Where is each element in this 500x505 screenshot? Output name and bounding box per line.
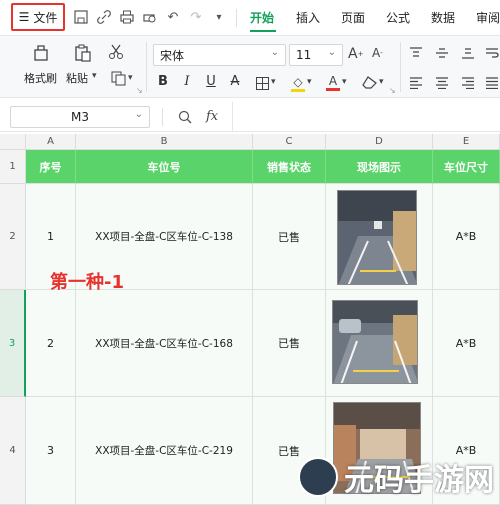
table-cell-slot[interactable]: XX项目-全盘-C区车位-C-219	[76, 397, 253, 505]
clipboard-expand-icon[interactable]: ↘	[136, 86, 143, 95]
active-tab-indicator	[250, 30, 276, 32]
header-cell-status[interactable]: 销售状态	[253, 150, 326, 184]
table-cell-slot[interactable]: XX项目-全盘-C区车位-C-168	[76, 290, 253, 397]
align-top-icon[interactable]	[408, 46, 424, 60]
tab-data[interactable]: 数据	[431, 9, 455, 26]
underline-icon[interactable]: U	[202, 74, 220, 89]
file-menu-button[interactable]: ☰ 文件	[11, 3, 65, 31]
fx-icon[interactable]: fx	[206, 109, 218, 124]
print-icon[interactable]	[118, 8, 136, 26]
table-cell-size[interactable]: A*B	[433, 184, 500, 290]
tab-page[interactable]: 页面	[341, 9, 365, 26]
formula-input[interactable]	[232, 102, 500, 132]
font-size-value: 11	[296, 48, 312, 62]
bold-icon[interactable]: B	[154, 74, 172, 89]
wrap-text-icon[interactable]	[484, 46, 500, 60]
copy-dropdown-icon[interactable]: ▾	[128, 73, 133, 83]
format-painter-icon[interactable]	[30, 42, 52, 64]
copy-icon[interactable]	[108, 68, 128, 88]
tab-home[interactable]: 开始	[250, 9, 274, 26]
fill-color-dropdown-icon[interactable]: ▾	[307, 77, 312, 87]
paste-label[interactable]: 粘贴	[66, 70, 88, 86]
print-preview-icon[interactable]	[141, 8, 159, 26]
format-painter-label[interactable]: 格式刷	[24, 70, 57, 86]
tab-insert[interactable]: 插入	[296, 9, 320, 26]
clear-format-icon[interactable]	[360, 74, 378, 90]
align-left-icon[interactable]	[408, 76, 424, 90]
align-bottom-icon[interactable]	[460, 46, 476, 60]
row-header-1[interactable]: 1	[0, 150, 26, 184]
zoom-search-icon[interactable]	[176, 108, 194, 126]
italic-icon[interactable]: I	[178, 74, 196, 89]
cut-icon[interactable]	[106, 42, 126, 62]
fill-color-icon[interactable]: ◇	[290, 74, 306, 92]
quick-access-dropdown-icon[interactable]: ▾	[210, 8, 228, 26]
header-cell-slot[interactable]: 车位号	[76, 150, 253, 184]
column-header-d[interactable]: D	[326, 134, 433, 150]
decrease-font-icon[interactable]: A-	[372, 46, 383, 60]
border-dropdown-icon[interactable]: ▾	[271, 77, 276, 87]
undo-icon[interactable]: ↶	[164, 8, 182, 26]
font-color-icon[interactable]: A	[325, 73, 341, 91]
chevron-down-icon: ⌄	[270, 47, 279, 58]
row-header-3[interactable]: 3	[0, 290, 26, 397]
clear-format-dropdown-icon[interactable]: ▾	[379, 77, 384, 87]
column-header-c[interactable]: C	[253, 134, 326, 150]
tab-formula[interactable]: 公式	[386, 9, 410, 26]
font-expand-icon[interactable]: ↘	[389, 86, 396, 95]
menu-icon: ☰	[18, 10, 30, 24]
align-middle-icon[interactable]	[434, 46, 450, 60]
formula-bar: M3 ⌄ fx	[0, 102, 500, 132]
header-cell-photo[interactable]: 现场图示	[326, 150, 433, 184]
table-cell-status[interactable]: 已售	[253, 184, 326, 290]
parking-photo-1[interactable]	[337, 190, 417, 285]
chevron-down-icon: ⌄	[134, 109, 143, 120]
chevron-down-icon: ⌄	[327, 47, 336, 58]
link-icon[interactable]	[95, 8, 113, 26]
align-right-icon[interactable]	[460, 76, 476, 90]
font-size-select[interactable]: 11 ⌄	[289, 44, 343, 66]
ribbon-toolbar: 格式刷 粘贴 ▾ ▾ ↘ 宋体 ⌄ 11 ⌄ A + A- B I U A ▾ ◇…	[0, 36, 500, 98]
font-color-dropdown-icon[interactable]: ▾	[342, 77, 347, 87]
table-cell-size[interactable]: A*B	[433, 290, 500, 397]
column-header-e[interactable]: E	[433, 134, 500, 150]
watermark-text: 元码手游网	[344, 463, 494, 498]
parking-photo-2[interactable]	[332, 300, 418, 384]
watermark: 元码手游网	[298, 455, 494, 499]
cell-reference-value: M3	[71, 110, 89, 124]
header-cell-size[interactable]: 车位尺寸	[433, 150, 500, 184]
table-cell-number[interactable]: 3	[26, 397, 76, 505]
header-cell-number[interactable]: 序号	[26, 150, 76, 184]
font-name-select[interactable]: 宋体 ⌄	[153, 44, 286, 66]
paste-icon[interactable]	[72, 42, 94, 64]
tab-review[interactable]: 审阅	[476, 9, 500, 26]
column-header-b[interactable]: B	[76, 134, 253, 150]
table-cell-status[interactable]: 已售	[253, 290, 326, 397]
watermark-logo	[298, 457, 338, 497]
cell-reference-box[interactable]: M3 ⌄	[10, 106, 150, 128]
table-cell-number[interactable]: 2	[26, 290, 76, 397]
paste-dropdown-icon[interactable]: ▾	[92, 71, 97, 81]
column-header-a[interactable]: A	[26, 134, 76, 150]
border-icon[interactable]	[254, 75, 270, 91]
row-header-4[interactable]: 4	[0, 397, 26, 505]
save-icon[interactable]	[72, 8, 90, 26]
align-center-icon[interactable]	[434, 76, 450, 90]
increase-font-icon[interactable]: A +	[348, 46, 363, 62]
strikethrough-icon[interactable]: A	[226, 74, 244, 89]
justify-icon[interactable]	[484, 76, 500, 90]
redo-icon[interactable]: ↷	[187, 8, 205, 26]
font-name-value: 宋体	[160, 48, 185, 63]
title-bar: ☰ 文件 ↶ ↷ ▾ 开始 插入 页面 公式 数据 审阅	[0, 0, 500, 36]
file-menu-label: 文件	[33, 10, 58, 25]
select-all-corner[interactable]	[0, 134, 26, 150]
annotation-label: 第一种-1	[50, 272, 124, 293]
row-header-2[interactable]: 2	[0, 184, 26, 290]
